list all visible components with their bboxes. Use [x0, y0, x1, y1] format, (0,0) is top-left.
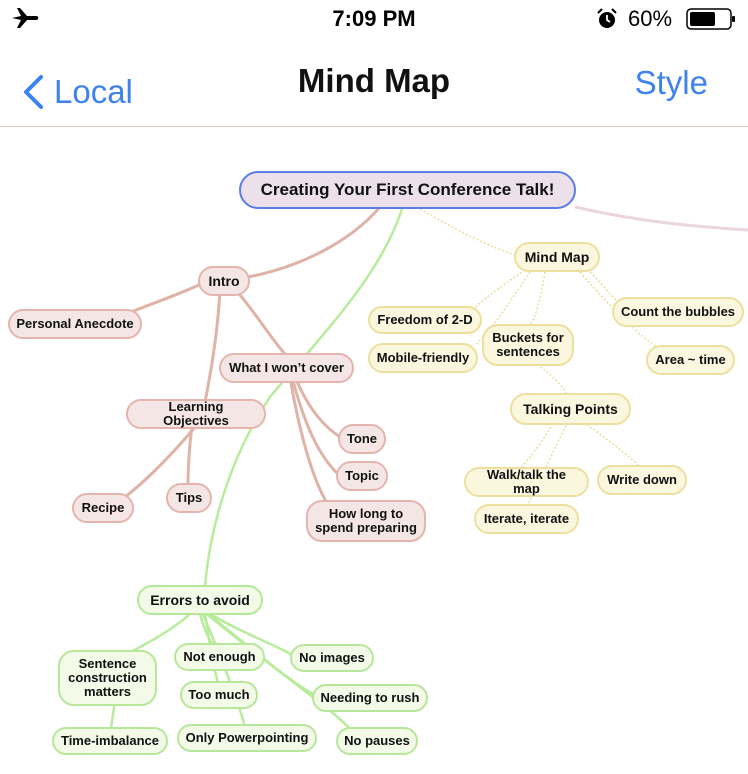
- node-needing-to-rush[interactable]: Needing to rush: [312, 684, 428, 712]
- node-how-long[interactable]: How long to spend preparing: [306, 500, 426, 542]
- node-iterate[interactable]: Iterate, iterate: [474, 504, 579, 534]
- battery-percent: 60%: [628, 6, 673, 31]
- node-only-powerpointing[interactable]: Only Powerpointing: [177, 724, 317, 752]
- status-bar: 7:09 PM 60%: [0, 0, 748, 38]
- link-mm-count: [589, 271, 619, 303]
- node-time-imbalance[interactable]: Time-imbalance: [52, 727, 168, 755]
- node-no-images[interactable]: No images: [290, 644, 374, 672]
- link-intro-wont: [233, 288, 287, 355]
- link-mm-freedom: [469, 269, 526, 313]
- node-what-i-wont-cover[interactable]: What I won’t cover: [219, 353, 354, 383]
- node-talking-points[interactable]: Talking Points: [510, 393, 631, 425]
- node-sentence-construction[interactable]: Sentence construction matters: [58, 650, 157, 706]
- node-learning-objectives[interactable]: Learning Objectives: [126, 399, 266, 429]
- root-node[interactable]: Creating Your First Conference Talk!: [239, 171, 576, 209]
- link-root-mindmap: [419, 208, 516, 256]
- node-too-much[interactable]: Too much: [180, 681, 258, 709]
- link-root-offscreen: [574, 205, 748, 232]
- node-buckets[interactable]: Buckets for sentences: [482, 324, 574, 366]
- link-intro-objectives: [203, 289, 222, 403]
- alarm-icon: [597, 8, 617, 28]
- link-mm-buckets: [529, 271, 546, 326]
- node-recipe[interactable]: Recipe: [72, 493, 134, 523]
- node-personal-anecdote[interactable]: Personal Anecdote: [8, 309, 142, 339]
- mind-map-canvas[interactable]: Creating Your First Conference Talk! Int…: [0, 127, 748, 774]
- node-mobile-friendly[interactable]: Mobile-friendly: [368, 343, 478, 373]
- style-button[interactable]: Style: [635, 64, 708, 102]
- node-errors-to-avoid[interactable]: Errors to avoid: [137, 585, 263, 615]
- node-topic[interactable]: Topic: [336, 461, 388, 491]
- link-tp-write: [579, 419, 641, 468]
- node-tips[interactable]: Tips: [166, 483, 212, 513]
- node-tone[interactable]: Tone: [338, 424, 386, 454]
- node-intro[interactable]: Intro: [198, 266, 250, 296]
- navigation-bar: Local Mind Map Style: [0, 44, 748, 127]
- node-area-time[interactable]: Area ~ time: [646, 345, 735, 375]
- link-tp-walk: [519, 419, 556, 471]
- link-root-intro: [247, 206, 382, 279]
- node-walk-talk[interactable]: Walk/talk the map: [464, 467, 589, 497]
- node-freedom-2d[interactable]: Freedom of 2-D: [368, 306, 482, 334]
- battery-icon: [686, 8, 735, 30]
- node-mind-map[interactable]: Mind Map: [514, 242, 600, 272]
- node-no-pauses[interactable]: No pauses: [336, 727, 418, 755]
- node-count-bubbles[interactable]: Count the bubbles: [612, 297, 744, 327]
- node-not-enough[interactable]: Not enough: [174, 643, 265, 671]
- node-write-down[interactable]: Write down: [597, 465, 687, 495]
